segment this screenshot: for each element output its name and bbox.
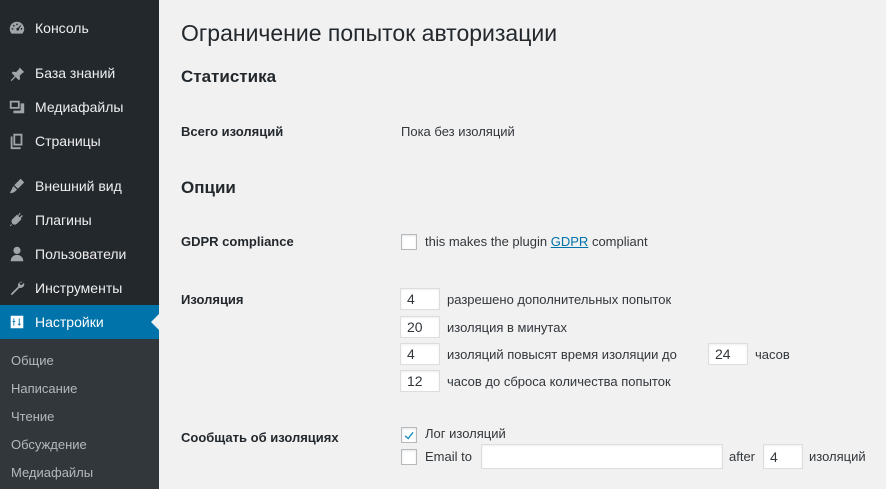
sidebar-item-tools[interactable]: Инструменты (0, 271, 159, 305)
sidebar-item-settings[interactable]: Настройки (0, 305, 159, 339)
submenu-item-general[interactable]: Общие (11, 353, 54, 368)
main-content: Ограничение попыток авторизации Статисти… (159, 0, 886, 489)
sidebar-item-media[interactable]: Медиафайлы (0, 90, 159, 124)
settings-submenu: Общие Написание Чтение Обсуждение Медиаф… (0, 339, 159, 489)
sidebar-item-label: Страницы (35, 133, 101, 149)
plugins-icon (7, 210, 27, 230)
lockout-minutes-text: изоляция в минутах (447, 320, 567, 335)
total-lockouts-label: Всего изоляций (181, 124, 284, 139)
media-icon (7, 97, 27, 117)
sidebar-item-label: База знаний (35, 65, 116, 81)
sidebar-item-label: Пользователи (35, 246, 127, 262)
lockouts-increase-text: изоляций повысят время изоляции до (447, 347, 677, 362)
email-checkbox[interactable] (401, 449, 417, 465)
long-duration-text: часов (755, 347, 790, 362)
sidebar-item-dashboard[interactable]: Консоль (0, 11, 159, 45)
long-duration-input[interactable] (708, 343, 748, 365)
sidebar-item-users[interactable]: Пользователи (0, 237, 159, 271)
appearance-icon (7, 176, 27, 196)
sidebar-item-label: Консоль (35, 20, 89, 36)
options-heading: Опции (181, 178, 236, 197)
lockout-minutes-input[interactable] (400, 316, 440, 338)
gdpr-checkbox[interactable] (401, 234, 417, 250)
log-text: Лог изоляций (425, 426, 506, 441)
total-lockouts-value: Пока без изоляций (401, 124, 515, 139)
page-title: Ограничение попыток авторизации (181, 20, 558, 46)
sidebar-item-plugins[interactable]: Плагины (0, 203, 159, 237)
sidebar-item-appearance[interactable]: Внешний вид (0, 169, 159, 203)
gdpr-link[interactable]: GDPR (551, 234, 589, 249)
admin-sidebar: Консоль База знаний Медиафайлы Страницы … (0, 0, 159, 489)
email-to-text: Email to (425, 449, 472, 464)
sidebar-item-pages[interactable]: Страницы (0, 124, 159, 158)
stats-heading: Статистика (181, 67, 277, 86)
pages-icon (7, 131, 27, 151)
sidebar-item-label: Настройки (35, 314, 104, 330)
email-input[interactable] (481, 444, 723, 469)
submenu-item-writing[interactable]: Написание (11, 381, 77, 396)
submenu-item-discussion[interactable]: Обсуждение (11, 437, 87, 452)
checkmark-icon (404, 431, 414, 440)
lockouts-increase-input[interactable] (400, 343, 440, 365)
dashboard-icon (7, 18, 27, 38)
gdpr-description: this makes the plugin GDPR compliant (425, 234, 648, 249)
notify-after-text: изоляций (809, 449, 866, 464)
after-text: after (729, 449, 756, 464)
submenu-item-reading[interactable]: Чтение (11, 409, 54, 424)
sidebar-item-label: Инструменты (35, 280, 123, 296)
notify-label: Сообщать об изоляциях (181, 430, 339, 445)
allowed-retries-input[interactable] (400, 288, 440, 310)
pin-icon (7, 63, 27, 83)
gdpr-text-before: this makes the plugin (425, 234, 548, 249)
allowed-retries-text: разрешено дополнительных попыток (447, 292, 672, 307)
settings-icon (7, 312, 27, 332)
valid-duration-input[interactable] (400, 370, 440, 392)
submenu-item-media[interactable]: Медиафайлы (11, 465, 93, 480)
gdpr-text-after: compliant (591, 234, 648, 249)
gdpr-label: GDPR compliance (181, 234, 294, 249)
valid-duration-text: часов до сброса количества попыток (447, 374, 671, 389)
notify-after-input[interactable] (763, 444, 803, 469)
wrench-icon (7, 278, 27, 298)
log-checkbox[interactable] (401, 427, 417, 443)
isolation-label: Изоляция (181, 292, 244, 307)
sidebar-item-label: Внешний вид (35, 178, 122, 194)
active-indicator (151, 314, 159, 330)
sidebar-item-label: Медиафайлы (35, 99, 124, 115)
sidebar-item-label: Плагины (35, 212, 92, 228)
sidebar-item-knowledge-base[interactable]: База знаний (0, 56, 159, 90)
users-icon (7, 244, 27, 264)
